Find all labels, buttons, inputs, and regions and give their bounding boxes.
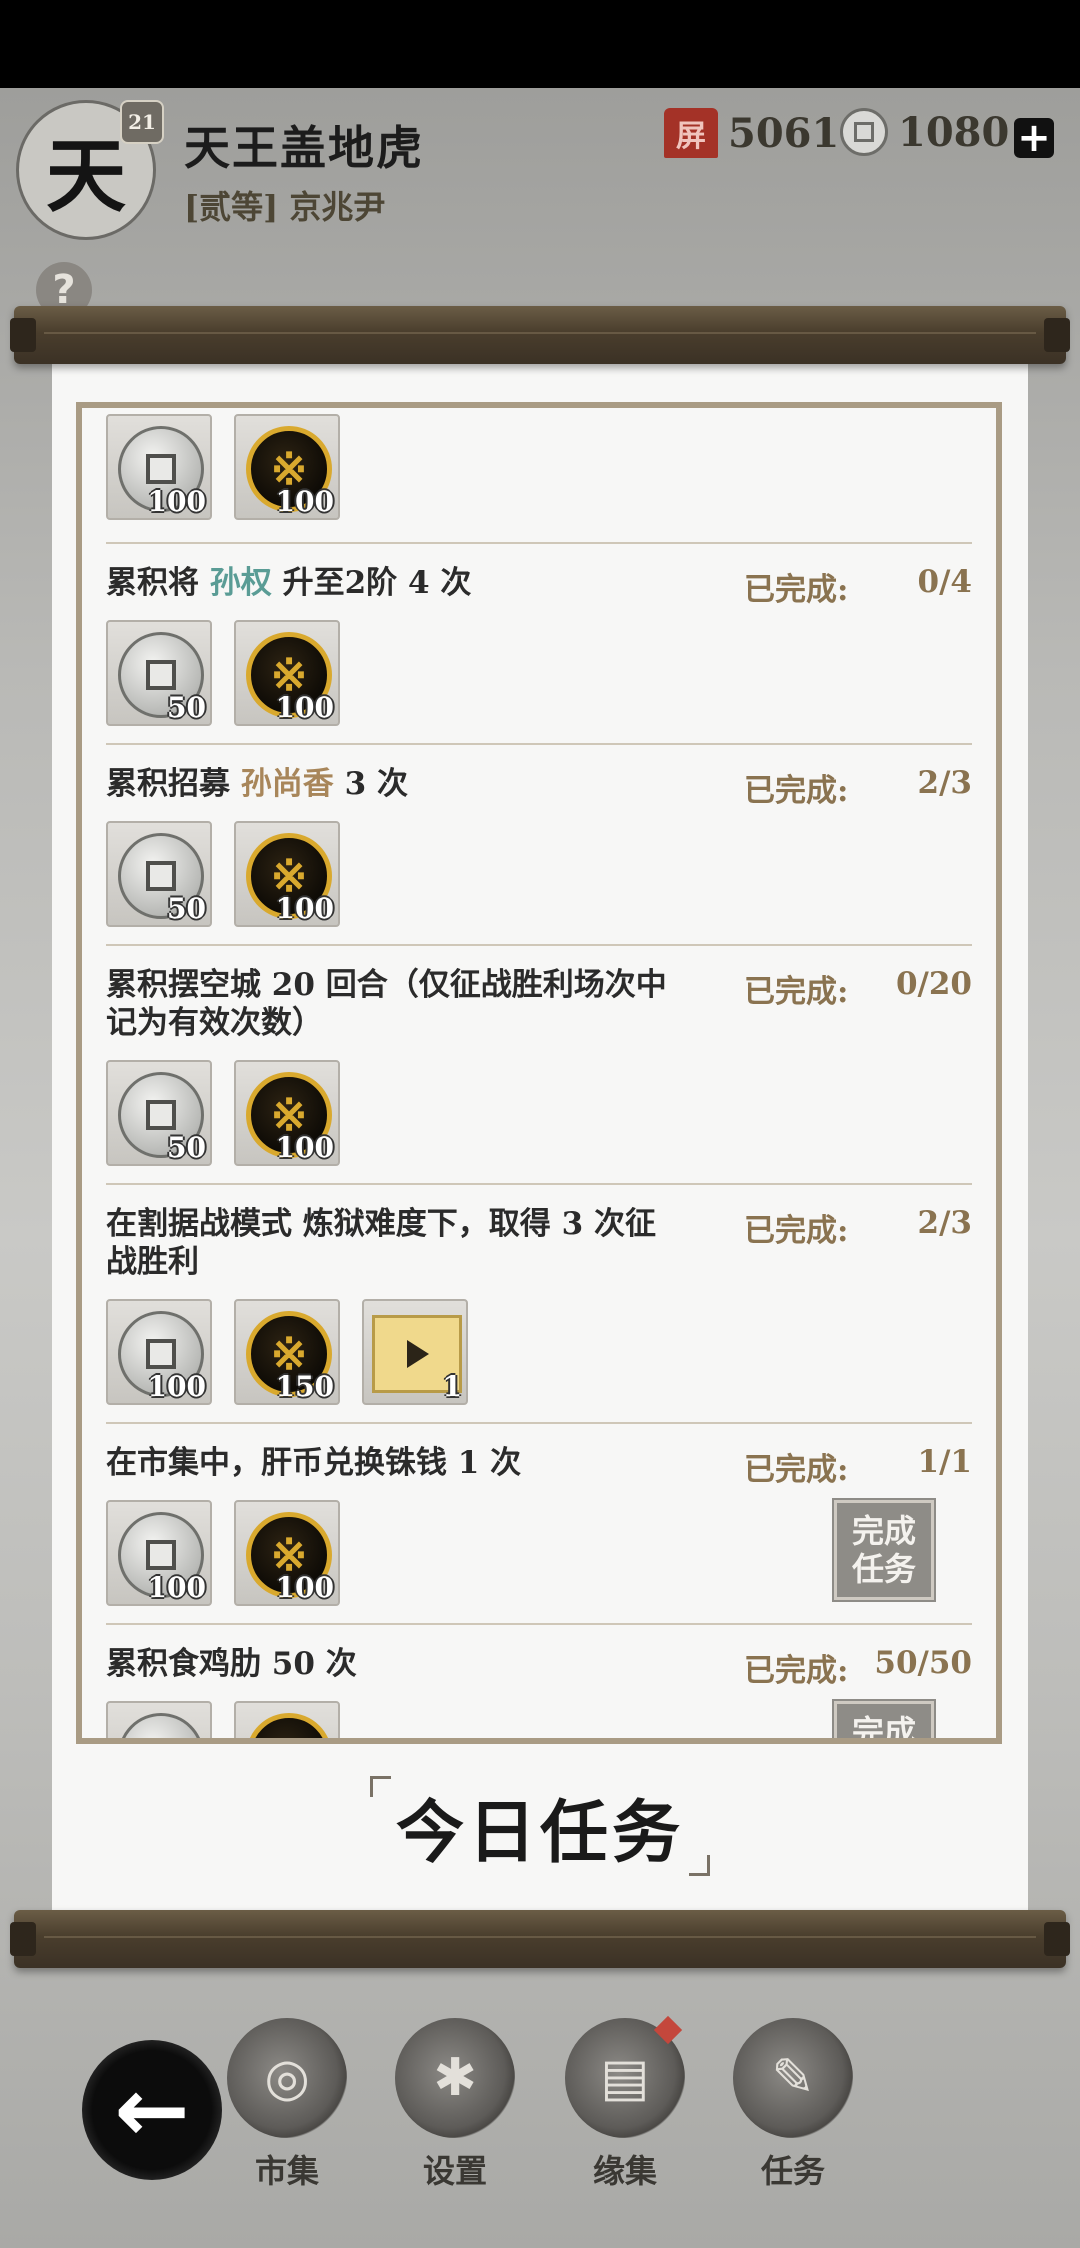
currency-red-value: 5061 [728,109,840,157]
scroll-roller-top [10,306,1070,364]
done-label: 已完成: [744,1653,849,1689]
avatar-glyph: 天 [46,129,126,223]
reward-gold-coin[interactable]: ※ 100 [234,414,340,520]
nav-label: 任务 [760,2152,825,2190]
hero-name: 孙尚香 [240,766,334,802]
currency-red: 屏 5061 [664,108,839,158]
task-description: 在割据战模式 炼狱难度下，取得 3 次征战胜利 [106,1206,656,1280]
reward-gold-coin[interactable]: ※ 100 [234,1060,340,1166]
task-item: 累积食鸡肋 50 次 已完成: 50/50 ※ 完成 任务 [106,1625,972,1738]
reward-ticket[interactable]: 1 [362,1299,468,1405]
gold-coin-icon: ※ [246,1713,332,1738]
task-description: 累积摆空城 20 回合（仅征战胜利场次中记为有效次数） [106,967,667,1041]
done-label: 已完成: [744,1452,849,1488]
nav-label: 缘集 [592,2152,657,2190]
task-progress: 0/20 [895,966,972,1002]
nav-settings[interactable]: ✱ 设置 [390,2018,520,2192]
reward-gold-coin[interactable]: ※ 100 [234,620,340,726]
reward-gold-coin[interactable]: ※ [234,1701,340,1738]
reward-silver-coin[interactable]: 100 [106,1299,212,1405]
reward-silver-coin[interactable]: 100 [106,1500,212,1606]
currency-coin-value: 1080 [898,108,1010,156]
banner-corner [370,1776,391,1797]
done-label: 已完成: [744,974,849,1010]
task-description: 累积招募 孙尚香 3 次 [106,766,408,802]
reward-silver-coin[interactable]: 50 [106,1060,212,1166]
scroll-roller-bottom [10,1910,1070,1968]
player-name: 天王盖地虎 [184,121,424,175]
reward-silver-coin[interactable] [106,1701,212,1738]
token-icon: 屏 [664,108,718,158]
silver-coin-icon [118,1713,204,1738]
reward-gold-coin[interactable]: ※ 100 [234,1500,340,1606]
complete-task-button[interactable]: 完成 任务 [832,1498,936,1602]
task-progress: 2/3 [917,1205,972,1241]
currency-coin: 1080 [840,108,1009,156]
back-button[interactable]: ← [82,2040,222,2180]
complete-task-button[interactable]: 完成 任务 [832,1699,936,1738]
done-label: 已完成: [744,572,849,608]
task-scroll-icon: ✎ [733,2018,853,2138]
level-badge: 21 [120,100,164,144]
reward-silver-coin[interactable]: 50 [106,620,212,726]
reward-row: 50 ※ 100 [106,1060,340,1166]
market-icon: ◎ [227,2018,347,2138]
reward-row: 50 ※ 100 [106,821,340,927]
nav-tasks[interactable]: ✎ 任务 [728,2018,858,2192]
task-progress: 1/1 [917,1444,972,1480]
task-description: 在市集中，肝币兑换铢钱 1 次 [106,1445,522,1481]
task-progress: 2/3 [917,765,972,801]
done-label: 已完成: [744,1213,849,1249]
settings-icon: ✱ [395,2018,515,2138]
task-item: 累积招募 孙尚香 3 次 已完成: 2/3 50 ※ 100 [106,745,972,946]
status-bar [0,0,1080,88]
reward-gold-coin[interactable]: ※ 100 [234,821,340,927]
nav-label: 设置 [422,2152,487,2190]
reward-row: 100 ※ 100 [106,1500,340,1606]
task-description: 累积将 孙权 升至2阶 4 次 [106,565,472,601]
done-label: 已完成: [744,773,849,809]
player-rank: [贰等] 京兆尹 [184,188,386,226]
reward-row: ※ [106,1701,340,1738]
reward-silver-coin[interactable]: 100 [106,414,212,520]
task-item: 累积摆空城 20 回合（仅征战胜利场次中记为有效次数） 已完成: 0/20 50… [106,946,972,1185]
coin-icon [840,108,888,156]
task-description: 累积食鸡肋 50 次 [106,1646,357,1682]
task-item: 累积将 孙权 升至2阶 4 次 已完成: 0/4 50 ※ 100 [106,544,972,745]
task-item-partial: 100 ※ 100 [106,408,972,544]
hero-name: 孙权 [209,565,272,601]
task-progress: 0/4 [917,564,972,600]
page-title: 今日任务 [370,1776,710,1876]
reward-row: 100 ※ 150 1 [106,1299,468,1405]
reward-silver-coin[interactable]: 50 [106,821,212,927]
nav-label: 市集 [254,2152,319,2190]
back-arrow-icon: ← [114,2057,190,2163]
task-item: 在割据战模式 炼狱难度下，取得 3 次征战胜利 已完成: 2/3 100 ※ 15… [106,1185,972,1424]
add-currency-button[interactable]: + [1014,118,1054,158]
task-list[interactable]: 100 ※ 100 累积将 孙权 升至2阶 4 次 已完成: 0/4 50 ※ 10… [76,402,1002,1744]
reward-row: 100 ※ 100 [106,414,340,520]
task-progress: 50/50 [874,1645,972,1681]
reward-row: 50 ※ 100 [106,620,340,726]
banner-corner [689,1855,710,1876]
nav-market[interactable]: ◎ 市集 [222,2018,352,2192]
nav-collection[interactable]: ▤ 缘集 [560,2015,690,2192]
task-item: 在市集中，肝币兑换铢钱 1 次 已完成: 1/1 100 ※ 100 完成 任务 [106,1424,972,1625]
reward-gold-coin[interactable]: ※ 150 [234,1299,340,1405]
